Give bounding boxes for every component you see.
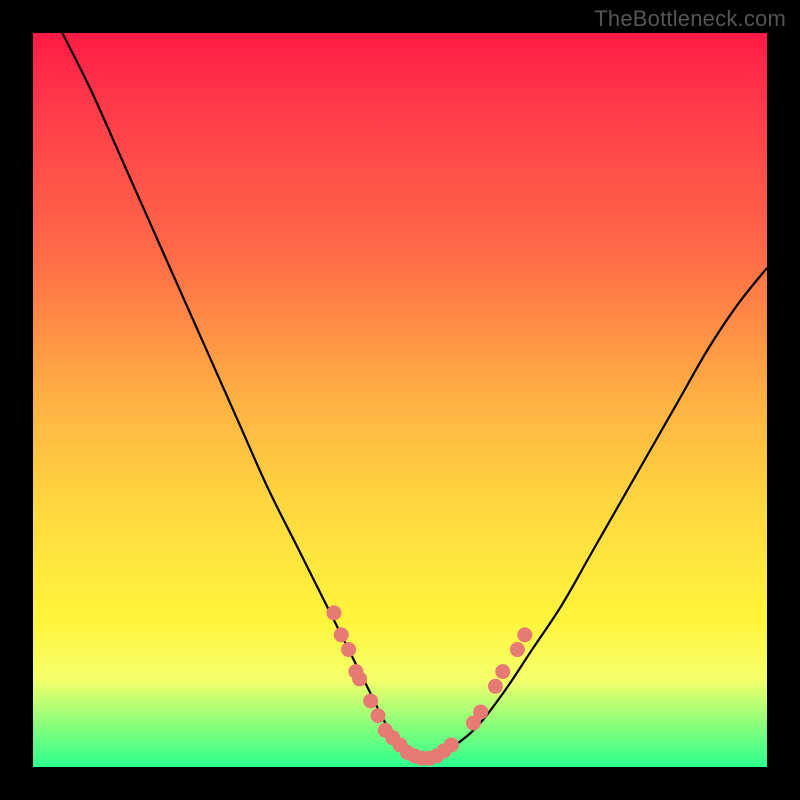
chart-markers bbox=[326, 605, 532, 765]
chart-marker-dot bbox=[334, 627, 349, 642]
chart-marker-dot bbox=[517, 627, 532, 642]
chart-curve bbox=[62, 33, 767, 761]
chart-marker-dot bbox=[352, 671, 367, 686]
chart-marker-dot bbox=[363, 693, 378, 708]
chart-marker-dot bbox=[370, 708, 385, 723]
chart-marker-dot bbox=[444, 737, 459, 752]
chart-marker-dot bbox=[473, 704, 488, 719]
chart-svg bbox=[33, 33, 767, 767]
chart-marker-dot bbox=[326, 605, 341, 620]
watermark-text: TheBottleneck.com bbox=[594, 6, 786, 32]
chart-marker-dot bbox=[510, 642, 525, 657]
chart-plot-area bbox=[33, 33, 767, 767]
chart-marker-dot bbox=[488, 679, 503, 694]
chart-marker-dot bbox=[341, 642, 356, 657]
chart-marker-dot bbox=[495, 664, 510, 679]
